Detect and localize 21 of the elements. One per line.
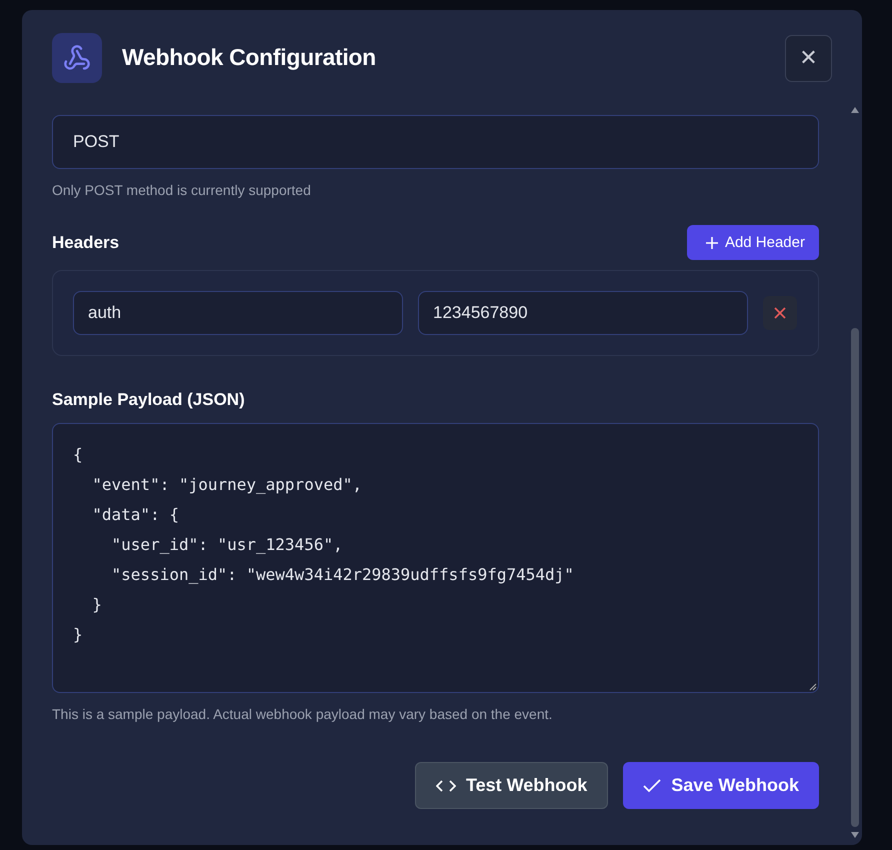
code-icon <box>436 778 456 792</box>
payload-hint: This is a sample payload. Actual webhook payload may vary based on the event. <box>52 706 554 722</box>
close-icon <box>773 306 787 320</box>
plus-icon <box>704 236 719 250</box>
header-key-field[interactable]: auth <box>73 291 403 335</box>
method-field[interactable]: POST <box>52 115 819 169</box>
resize-grip-icon[interactable] <box>809 683 817 691</box>
add-header-button[interactable]: Add Header <box>686 225 819 260</box>
webhook-icon <box>52 32 102 82</box>
payload-editor[interactable]: { "event": "journey_approved", "data": { "user_id": "usr_123456", "session_id": "wew4w34i42r29839udffsfs9fg7454dj" } } <box>52 423 819 693</box>
headers-label: Headers <box>52 232 120 252</box>
header-value-field[interactable]: 1234567890 <box>418 291 748 335</box>
test-button[interactable]: Test Webhook <box>414 762 608 809</box>
save-button[interactable]: Save Webhook <box>623 762 819 809</box>
check-icon <box>643 778 662 792</box>
method-hint: Only POST method is currently supported <box>52 182 312 198</box>
delete-header-button[interactable] <box>763 296 797 330</box>
close-button[interactable]: ✕ <box>785 35 832 82</box>
scroll-bar[interactable] <box>850 106 860 839</box>
dialog-title: Webhook Configuration <box>122 44 377 71</box>
payload-label: Sample Payload (JSON) <box>52 390 246 410</box>
